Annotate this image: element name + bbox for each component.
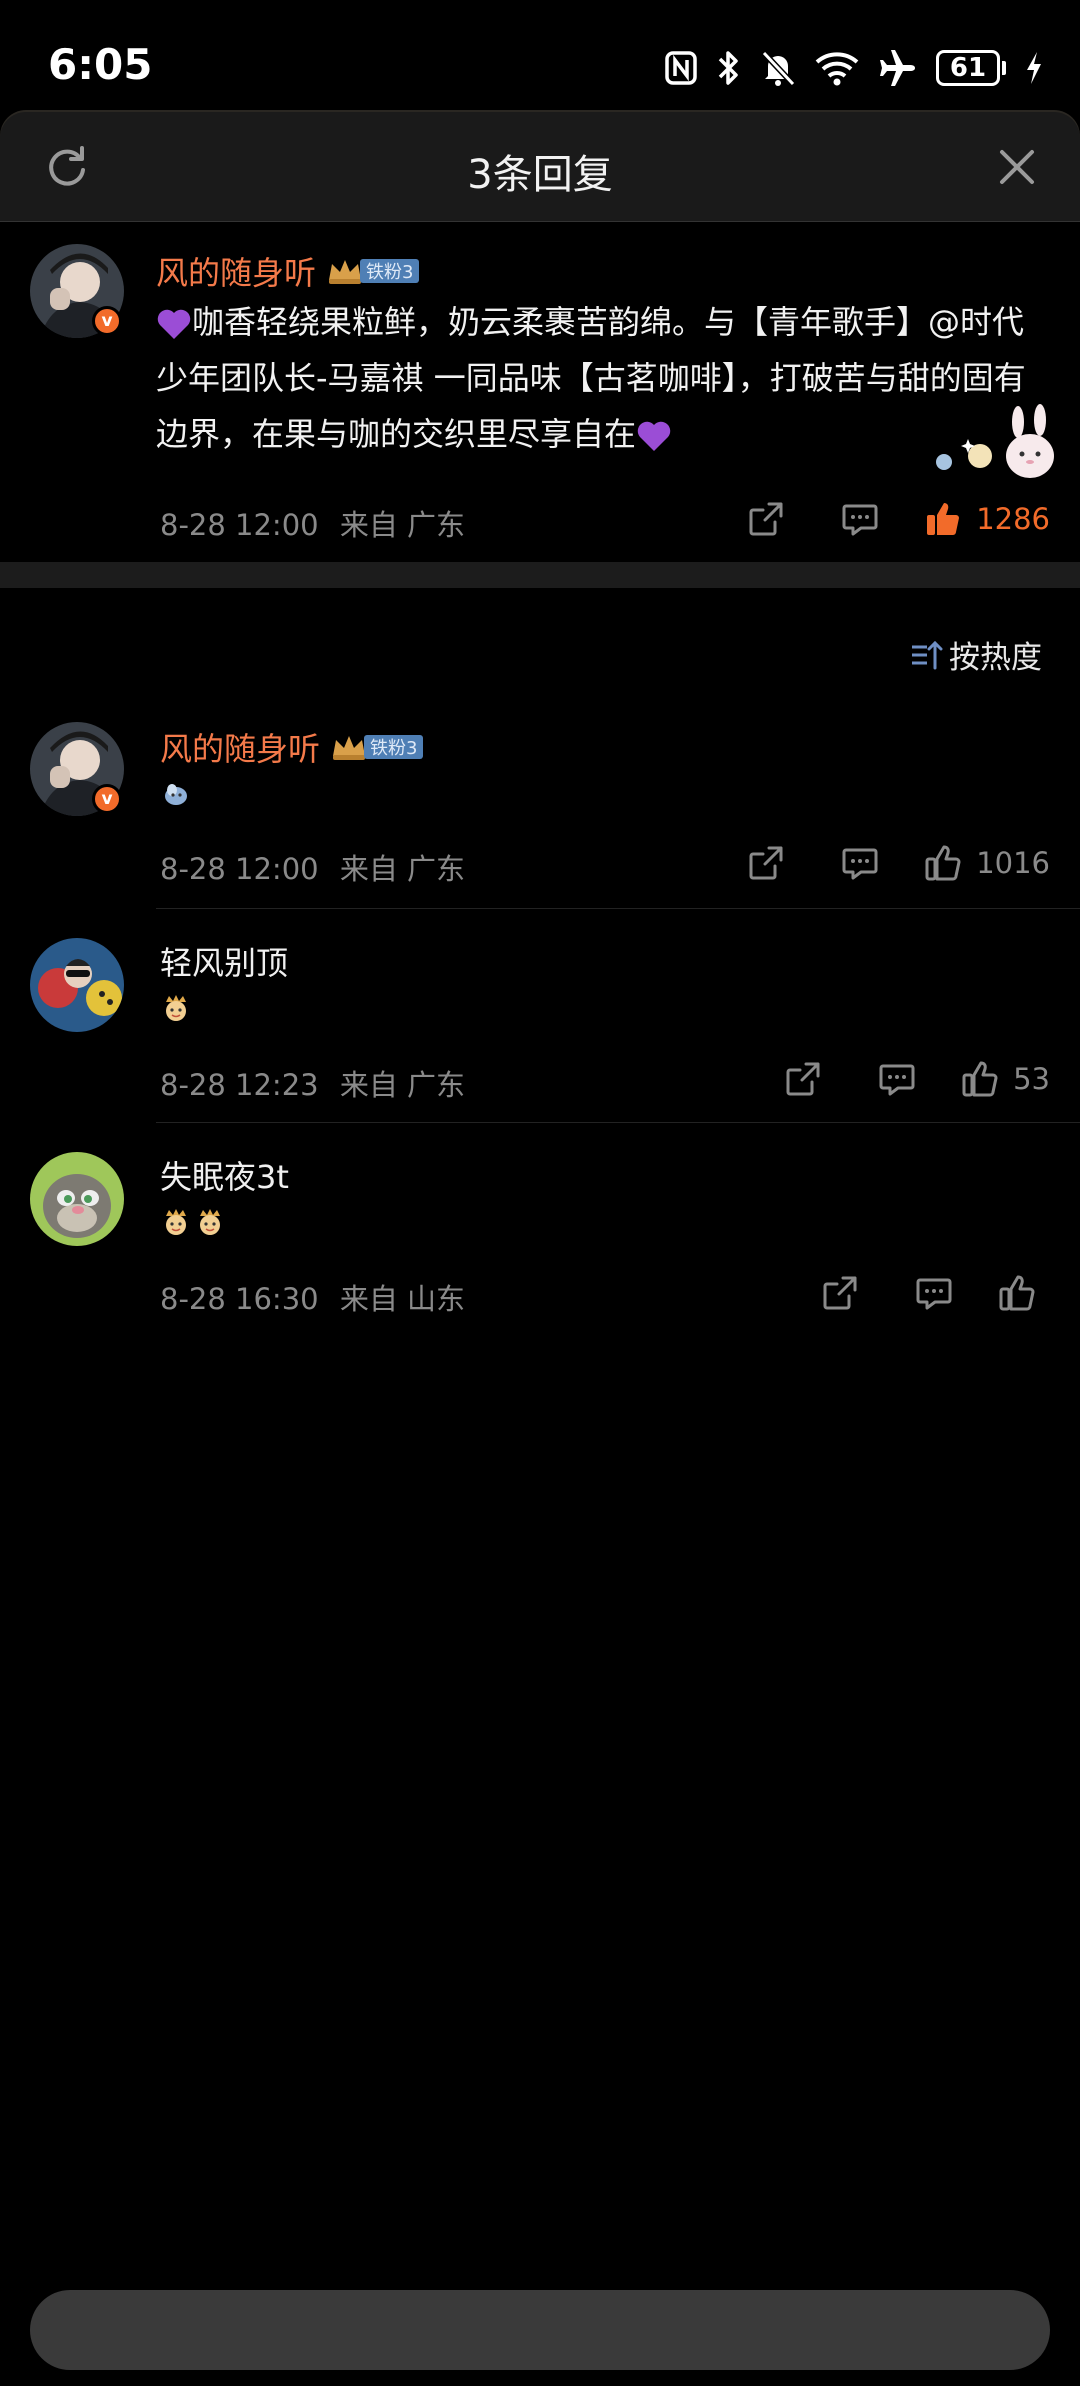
reply-item: 失眠夜3t 8-28 16:30 来自 山东 bbox=[0, 1130, 1080, 1340]
avatar[interactable] bbox=[30, 938, 124, 1032]
status-time: 6:05 bbox=[48, 40, 153, 89]
fan-badge[interactable]: 铁粉3 bbox=[326, 256, 420, 286]
like-count: 1286 bbox=[976, 502, 1050, 536]
share-icon bbox=[786, 1062, 820, 1096]
wifi-icon bbox=[815, 52, 859, 86]
fan-level: 铁粉3 bbox=[364, 735, 424, 759]
charging-icon bbox=[1027, 52, 1041, 84]
share-button[interactable] bbox=[810, 1274, 870, 1312]
share-button[interactable] bbox=[773, 1060, 833, 1098]
comment-time: 8-28 12:00 bbox=[160, 508, 319, 542]
comment-location: 来自 广东 bbox=[339, 508, 466, 542]
verified-badge-icon: v bbox=[92, 784, 122, 814]
reply-item: v 风的随身听 铁粉3 8-28 12:00 来自 广东 1016 bbox=[0, 700, 1080, 910]
mute-bell-icon bbox=[761, 50, 796, 87]
sheet-title: 3条回复 bbox=[467, 152, 613, 198]
like-button[interactable]: 1016 bbox=[924, 844, 1050, 882]
reply-input-bar[interactable] bbox=[30, 2290, 1050, 2370]
comment-bubble-icon bbox=[842, 504, 878, 536]
main-comment: v 风的随身听 铁粉3 咖香轻绕果粒鲜，奶云柔裹苦韵绵。与【青年歌手】@时代少年… bbox=[0, 222, 1080, 562]
comment-actions: 1016 bbox=[736, 838, 1050, 888]
crown-icon bbox=[329, 260, 362, 284]
sort-icon bbox=[912, 640, 943, 669]
like-button[interactable]: 53 bbox=[961, 1060, 1050, 1098]
comment-body: 咖香轻绕果粒鲜，奶云柔裹苦韵绵。与【青年歌手】@时代少年团队长-马嘉祺 一同品味… bbox=[156, 303, 1026, 453]
share-button[interactable] bbox=[736, 500, 796, 538]
comment-actions: 53 bbox=[773, 1054, 1050, 1104]
sort-label: 按热度 bbox=[949, 640, 1042, 676]
comment-bubble-icon bbox=[842, 848, 878, 880]
reply-button[interactable] bbox=[904, 1274, 964, 1312]
reply-button[interactable] bbox=[867, 1060, 927, 1098]
comment-bubble-icon bbox=[879, 1064, 915, 1096]
reply-item: 轻风别顶 8-28 12:23 来自 广东 53 bbox=[0, 916, 1080, 1126]
sticker-emoji-icon bbox=[166, 1209, 186, 1235]
comment-location: 来自 广东 bbox=[339, 852, 466, 886]
username[interactable]: 风的随身听 bbox=[156, 248, 316, 294]
share-icon bbox=[749, 846, 783, 880]
screen: 6:05 61 3条回复 v 风的随身听 铁粉3 咖香轻绕果粒鲜，奶云柔裹苦韵绵… bbox=[0, 0, 1080, 2386]
comment-actions bbox=[810, 1268, 1050, 1318]
comment-time: 8-28 12:23 bbox=[160, 1068, 319, 1102]
close-icon[interactable] bbox=[994, 144, 1040, 190]
status-bar: 6:05 61 bbox=[0, 0, 1080, 110]
purple-heart-icon bbox=[157, 309, 191, 339]
reply-input[interactable] bbox=[30, 2290, 1050, 2370]
comment-meta: 8-28 12:00 来自 广东 bbox=[160, 846, 465, 888]
username[interactable]: 风的随身听 bbox=[160, 724, 320, 770]
divider bbox=[156, 908, 1080, 909]
user-row: 轻风别顶 bbox=[160, 938, 288, 984]
comment-time: 8-28 16:30 bbox=[160, 1282, 319, 1316]
comment-meta: 8-28 12:23 来自 广东 bbox=[160, 1062, 465, 1104]
fan-badge[interactable]: 铁粉3 bbox=[330, 732, 424, 762]
battery-level: 61 bbox=[936, 50, 1000, 86]
user-row: 风的随身听 铁粉3 bbox=[160, 724, 424, 770]
status-icons: 61 bbox=[664, 44, 1044, 92]
comment-time: 8-28 12:00 bbox=[160, 852, 319, 886]
sort-toggle[interactable]: 按热度 bbox=[909, 632, 1042, 677]
comment-location: 来自 广东 bbox=[339, 1068, 466, 1102]
comment-meta: 8-28 12:00 来自 广东 bbox=[160, 502, 465, 544]
username[interactable]: 轻风别顶 bbox=[160, 938, 288, 984]
section-divider bbox=[0, 562, 1080, 588]
thumbs-up-icon bbox=[925, 845, 961, 881]
fan-level: 铁粉3 bbox=[360, 259, 420, 283]
comment-actions: 1286 bbox=[736, 494, 1050, 544]
comment-text: 咖香轻绕果粒鲜，奶云柔裹苦韵绵。与【青年歌手】@时代少年团队长-马嘉祺 一同品味… bbox=[156, 294, 1036, 462]
sticker-emoji-icon bbox=[200, 1209, 220, 1235]
thumbs-up-filled-icon bbox=[927, 503, 960, 535]
avatar[interactable] bbox=[30, 1152, 124, 1246]
bluetooth-icon bbox=[718, 51, 738, 85]
purple-heart-icon bbox=[637, 421, 671, 451]
crown-icon bbox=[333, 736, 366, 760]
sheet-header: 3条回复 bbox=[0, 112, 1080, 222]
comment-meta: 8-28 16:30 来自 山东 bbox=[160, 1276, 465, 1318]
reply-button[interactable] bbox=[830, 844, 890, 882]
nfc-icon bbox=[665, 51, 697, 85]
like-count: 53 bbox=[1013, 1062, 1050, 1096]
sticker-emoji-icon bbox=[165, 784, 187, 805]
like-button[interactable]: 1286 bbox=[924, 500, 1050, 538]
verified-badge-icon: v bbox=[92, 306, 122, 336]
like-button[interactable] bbox=[998, 1274, 1050, 1312]
share-icon bbox=[749, 502, 783, 536]
battery-indicator: 61 bbox=[936, 50, 1006, 86]
bunny-sticker-icon bbox=[936, 404, 1054, 478]
like-count: 1016 bbox=[976, 846, 1050, 880]
comment-location: 来自 山东 bbox=[339, 1282, 466, 1316]
sticker-emoji-icon bbox=[166, 995, 186, 1021]
comment-bubble-icon bbox=[916, 1278, 952, 1310]
thumbs-up-icon bbox=[999, 1275, 1035, 1311]
share-button[interactable] bbox=[736, 844, 796, 882]
thumbs-up-icon bbox=[962, 1061, 998, 1097]
user-row: 失眠夜3t bbox=[160, 1152, 289, 1198]
user-row: 风的随身听 铁粉3 bbox=[156, 248, 420, 294]
username[interactable]: 失眠夜3t bbox=[160, 1152, 289, 1198]
airplane-icon bbox=[880, 50, 915, 86]
reply-button[interactable] bbox=[830, 500, 890, 538]
share-icon bbox=[823, 1276, 857, 1310]
divider bbox=[156, 1122, 1080, 1123]
